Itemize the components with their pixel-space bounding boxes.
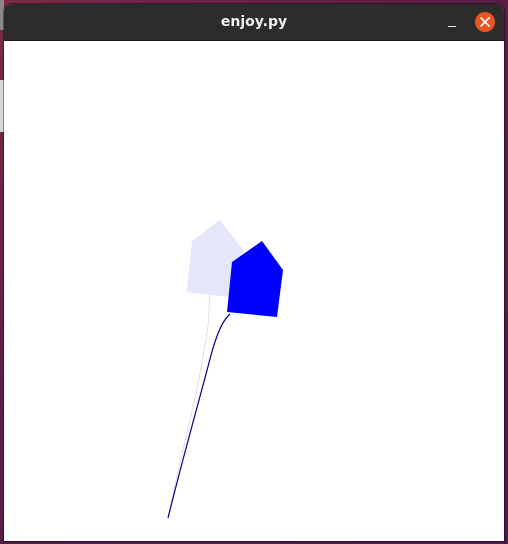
simulation-canvas [4,41,504,541]
close-icon [480,17,490,27]
minimize-icon [448,26,456,27]
window-titlebar[interactable]: enjoy.py [4,4,504,41]
app-window: enjoy.py [4,4,504,541]
close-button[interactable] [475,12,495,32]
window-title: enjoy.py [220,14,288,30]
ghost-kite-tether [167,292,210,519]
minimize-button[interactable] [440,12,462,34]
active-kite-tether [167,313,231,519]
kite-scene [167,220,283,519]
